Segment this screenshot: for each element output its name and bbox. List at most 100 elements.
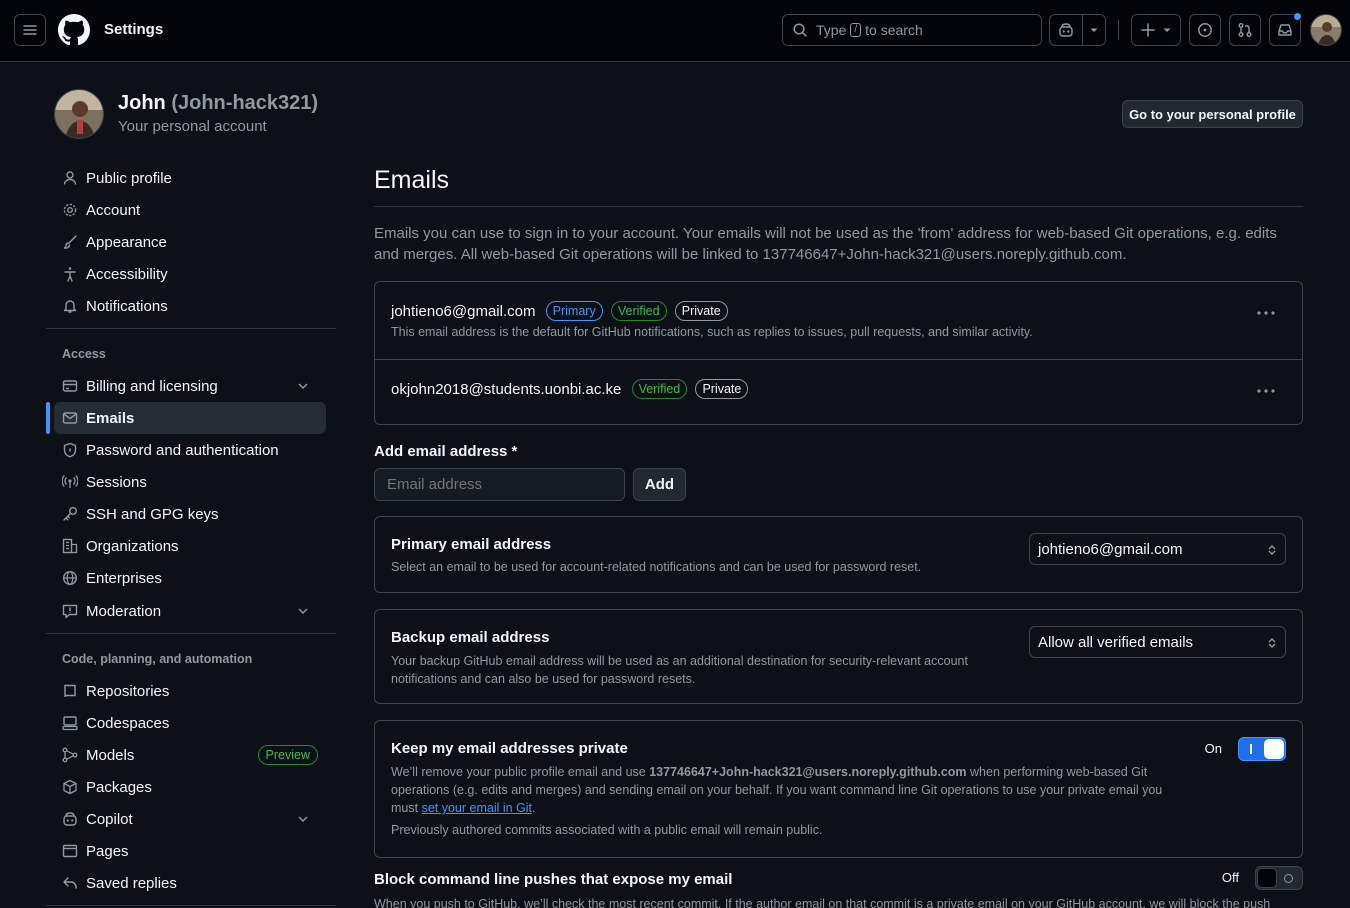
- sidebar-item-public-profile[interactable]: Public profile: [54, 162, 326, 194]
- sidebar-item-repositories[interactable]: Repositories: [54, 675, 326, 707]
- verified-badge: Verified: [631, 379, 688, 399]
- shield-lock-icon: [63, 442, 77, 458]
- search-placeholder-prefix: Type: [816, 22, 847, 38]
- broadcast-icon: [62, 475, 78, 488]
- sidebar-item-account[interactable]: Account: [54, 194, 326, 226]
- sidebar-item-accessibility[interactable]: Accessibility: [54, 258, 326, 290]
- emails-intro: Emails you can use to sign in to your ac…: [374, 225, 1277, 263]
- add-email-input[interactable]: [374, 468, 625, 501]
- email-actions-button[interactable]: [1254, 379, 1278, 403]
- inbox-icon: [1278, 24, 1292, 36]
- search-icon: [793, 23, 807, 37]
- select-arrows-icon: [1268, 638, 1276, 648]
- block-push-toggle[interactable]: [1255, 866, 1303, 890]
- sidebar-divider: [46, 905, 336, 906]
- backup-email-title: Backup email address: [391, 629, 550, 646]
- copilot-icon: [63, 812, 77, 826]
- menu-button[interactable]: [14, 14, 46, 46]
- sidebar-item-emails[interactable]: Emails: [46, 402, 326, 434]
- block-push-title: Block command line pushes that expose my…: [374, 871, 733, 888]
- keep-private-title: Keep my email addresses private: [391, 740, 628, 757]
- sidebar-item-label: Account: [86, 201, 141, 219]
- select-arrows-icon: [1268, 545, 1276, 555]
- sidebar-item-moderation[interactable]: Moderation: [54, 595, 326, 627]
- primary-email-desc: Select an email to be used for account-r…: [391, 560, 922, 574]
- bell-icon: [63, 300, 77, 313]
- sidebar-item-label: Codespaces: [86, 714, 170, 732]
- sidebar-item-notifications[interactable]: Notifications: [54, 290, 326, 322]
- profile-avatar: [54, 89, 104, 139]
- sidebar-item-label: Emails: [86, 409, 135, 427]
- sidebar-item-label: Models: [86, 746, 135, 764]
- active-indicator: [46, 402, 50, 434]
- sidebar-item-label: Packages: [86, 778, 152, 796]
- report-icon: [62, 604, 78, 619]
- backup-email-select[interactable]: Allow all verified emails: [1029, 626, 1286, 658]
- backup-email-box: Backup email address Your backup GitHub …: [374, 609, 1303, 704]
- create-new-button[interactable]: [1131, 14, 1181, 46]
- avatar-image-icon: [55, 90, 103, 138]
- sidebar-item-password[interactable]: Password and authentication: [54, 434, 326, 466]
- sidebar-item-organizations[interactable]: Organizations: [54, 530, 326, 562]
- toggle-state-label: On: [1204, 741, 1222, 756]
- sidebar-item-billing[interactable]: Billing and licensing: [54, 370, 326, 402]
- sidebar-item-label: Copilot: [86, 810, 133, 828]
- search-shortcut-key: /: [850, 23, 862, 37]
- pull-requests-button[interactable]: [1229, 14, 1261, 46]
- email-actions-button[interactable]: [1254, 301, 1278, 325]
- issues-button[interactable]: [1189, 14, 1221, 46]
- sidebar-item-appearance[interactable]: Appearance: [54, 226, 326, 258]
- sidebar-item-enterprises[interactable]: Enterprises: [54, 562, 326, 594]
- user-avatar-menu[interactable]: [1310, 14, 1342, 46]
- profile-handle: (John-hack321): [171, 92, 319, 114]
- profile-name: John: [118, 92, 166, 114]
- keep-private-desc-3: .: [532, 801, 536, 815]
- copilot-icon: [1059, 23, 1073, 37]
- sidebar-item-label: Repositories: [86, 682, 170, 700]
- email-note: This email address is the default for Gi…: [391, 325, 1033, 339]
- set-email-in-git-link[interactable]: set your email in Git: [422, 801, 532, 815]
- add-email-button[interactable]: Add: [633, 468, 686, 501]
- organization-icon: [62, 538, 78, 554]
- noreply-email: 137746647+John-hack321@users.noreply.git…: [649, 765, 967, 779]
- toggle-state-label: Off: [1221, 870, 1239, 885]
- copilot-button[interactable]: [1050, 15, 1084, 45]
- backup-email-desc: Your backup GitHub email address will be…: [391, 654, 968, 686]
- copilot-button-group[interactable]: [1049, 14, 1106, 46]
- sidebar-item-saved-replies[interactable]: Saved replies: [54, 867, 326, 899]
- private-badge: Private: [674, 301, 728, 321]
- keep-private-box: Keep my email addresses private We’ll re…: [374, 720, 1303, 858]
- keep-private-desc-1: We’ll remove your public profile email a…: [391, 765, 646, 779]
- sidebar-item-label: SSH and GPG keys: [86, 505, 219, 523]
- sidebar-item-pages[interactable]: Pages: [54, 835, 326, 867]
- triangle-down-icon: [1090, 28, 1098, 32]
- search-input[interactable]: Type / to search: [782, 14, 1042, 46]
- copilot-dropdown[interactable]: [1083, 15, 1105, 45]
- sidebar-item-packages[interactable]: Packages: [54, 771, 326, 803]
- sidebar-item-ssh-gpg[interactable]: SSH and GPG keys: [54, 498, 326, 530]
- sidebar-item-models[interactable]: Models Preview: [54, 739, 326, 771]
- page-context-title[interactable]: Settings: [104, 21, 163, 38]
- key-icon: [63, 507, 77, 521]
- primary-badge: Primary: [545, 301, 603, 321]
- github-logo[interactable]: [58, 14, 90, 46]
- sidebar-item-label: Notifications: [86, 297, 168, 315]
- triangle-down-icon: [1163, 28, 1171, 32]
- go-to-profile-button[interactable]: Go to your personal profile: [1122, 100, 1303, 128]
- chevron-down-icon: [298, 608, 308, 615]
- keep-private-toggle[interactable]: [1238, 737, 1286, 761]
- accessibility-icon: [64, 267, 76, 282]
- select-value: Allow all verified emails: [1038, 633, 1194, 651]
- sidebar-item-codespaces[interactable]: Codespaces: [54, 707, 326, 739]
- sidebar-item-sessions[interactable]: Sessions: [54, 466, 326, 498]
- sidebar-item-copilot[interactable]: Copilot: [54, 803, 326, 835]
- profile-subtitle: Your personal account: [118, 118, 267, 135]
- sidebar-item-label: Pages: [86, 842, 129, 860]
- reply-icon: [63, 877, 77, 889]
- primary-email-select[interactable]: johtieno6@gmail.com: [1029, 533, 1286, 565]
- keep-private-note: Previously authored commits associated w…: [391, 823, 823, 837]
- email-row: johtieno6@gmail.com Primary Verified Pri…: [391, 301, 728, 321]
- verified-badge: Verified: [610, 301, 667, 321]
- globe-icon: [62, 570, 78, 586]
- notification-dot: [1293, 12, 1302, 21]
